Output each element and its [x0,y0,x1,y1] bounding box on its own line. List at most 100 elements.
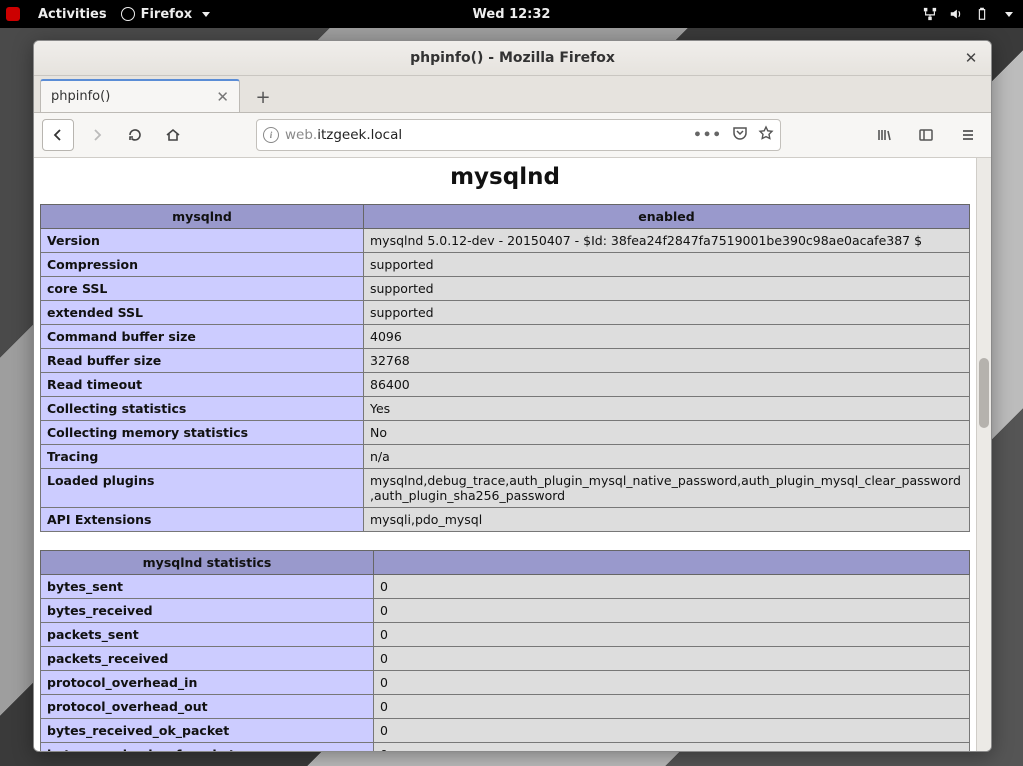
table-value: 32768 [364,349,970,373]
table-value: mysqlnd,debug_trace,auth_plugin_mysql_na… [364,469,970,508]
table-value: 0 [374,743,970,752]
home-button[interactable] [158,120,188,150]
table-value: 0 [374,599,970,623]
table-key: bytes_sent [41,575,374,599]
table-key: Collecting memory statistics [41,421,364,445]
table-row: Collecting statisticsYes [41,397,970,421]
window-title: phpinfo() - Mozilla Firefox [410,50,615,66]
firefox-icon [121,7,135,21]
table-value: Yes [364,397,970,421]
gnome-top-bar: Activities Firefox Wed 12:32 [0,0,1023,28]
scrollbar-thumb[interactable] [979,358,989,428]
table-key: Version [41,229,364,253]
table-row: bytes_received_ok_packet0 [41,719,970,743]
page-actions-icon[interactable]: ••• [693,127,722,143]
volume-icon[interactable] [949,7,963,21]
table-value: 4096 [364,325,970,349]
table-header: enabled [364,205,970,229]
table-row: Read timeout86400 [41,373,970,397]
table-key: bytes_received [41,599,374,623]
pocket-icon[interactable] [732,125,748,145]
table-key: extended SSL [41,301,364,325]
window-titlebar[interactable]: phpinfo() - Mozilla Firefox ✕ [34,41,991,76]
table-row: Collecting memory statisticsNo [41,421,970,445]
table-header: mysqlnd [41,205,364,229]
navigation-toolbar: i web.itzgeek.local ••• [34,113,991,158]
table-key: Read timeout [41,373,364,397]
table-value: n/a [364,445,970,469]
table-value: supported [364,277,970,301]
activities-button[interactable]: Activities [38,7,107,22]
section-heading: mysqlnd [40,164,970,190]
back-button[interactable] [42,119,74,151]
mysqlnd-statistics-table: mysqlnd statistics bytes_sent0bytes_rece… [40,550,970,751]
table-value: 0 [374,695,970,719]
table-key: packets_sent [41,623,374,647]
app-menu[interactable]: Firefox [121,7,211,22]
table-value: 86400 [364,373,970,397]
url-bar[interactable]: i web.itzgeek.local ••• [256,119,781,151]
table-key: Collecting statistics [41,397,364,421]
table-row: Command buffer size4096 [41,325,970,349]
library-icon[interactable] [869,120,899,150]
chevron-down-icon [202,12,210,17]
page-content: mysqlnd mysqlnd enabled Versionmysqlnd 5… [34,158,976,751]
table-key: packets_received [41,647,374,671]
table-row: bytes_sent0 [41,575,970,599]
table-header: mysqlnd statistics [41,551,374,575]
battery-icon[interactable] [975,7,989,21]
window-close-button[interactable]: ✕ [961,48,981,68]
mysqlnd-config-table: mysqlnd enabled Versionmysqlnd 5.0.12-de… [40,204,970,532]
tab-active[interactable]: phpinfo() ✕ [40,79,240,112]
table-value: supported [364,301,970,325]
table-row: API Extensionsmysqli,pdo_mysql [41,508,970,532]
table-row: Loaded pluginsmysqlnd,debug_trace,auth_p… [41,469,970,508]
table-value: mysqlnd 5.0.12-dev - 20150407 - $Id: 38f… [364,229,970,253]
site-info-icon[interactable]: i [263,127,279,143]
table-row: bytes_received0 [41,599,970,623]
table-value: 0 [374,575,970,599]
table-value: 0 [374,647,970,671]
table-row: packets_sent0 [41,623,970,647]
url-subdomain: web. [285,127,317,143]
table-row: Tracingn/a [41,445,970,469]
table-row: bytes_received_eof_packet0 [41,743,970,752]
network-icon[interactable] [923,7,937,21]
table-key: protocol_overhead_out [41,695,374,719]
new-tab-button[interactable]: + [248,82,278,112]
table-row: Versionmysqlnd 5.0.12-dev - 20150407 - $… [41,229,970,253]
table-key: bytes_received_ok_packet [41,719,374,743]
table-row: extended SSLsupported [41,301,970,325]
bookmark-star-icon[interactable] [758,125,774,145]
table-row: packets_received0 [41,647,970,671]
table-row: protocol_overhead_out0 [41,695,970,719]
table-row: Read buffer size32768 [41,349,970,373]
app-menu-label: Firefox [141,7,193,22]
table-value: mysqli,pdo_mysql [364,508,970,532]
tab-close-button[interactable]: ✕ [216,88,229,106]
table-key: Compression [41,253,364,277]
table-row: Compressionsupported [41,253,970,277]
content-scrollbar[interactable] [976,158,991,751]
table-key: bytes_received_eof_packet [41,743,374,752]
table-value: 0 [374,671,970,695]
url-host: itzgeek.local [317,127,402,143]
table-key: protocol_overhead_in [41,671,374,695]
table-value: supported [364,253,970,277]
table-row: core SSLsupported [41,277,970,301]
table-row: protocol_overhead_in0 [41,671,970,695]
sidebar-icon[interactable] [911,120,941,150]
clock[interactable]: Wed 12:32 [473,7,551,22]
system-menu-chevron-icon[interactable] [1005,12,1013,17]
tab-strip: phpinfo() ✕ + [34,76,991,113]
firefox-window: phpinfo() - Mozilla Firefox ✕ phpinfo() … [33,40,992,752]
reload-button[interactable] [120,120,150,150]
table-header-empty [374,551,970,575]
menu-button[interactable] [953,120,983,150]
forward-button [82,120,112,150]
distro-icon [6,7,20,21]
table-key: Command buffer size [41,325,364,349]
table-key: Loaded plugins [41,469,364,508]
table-key: Read buffer size [41,349,364,373]
tab-label: phpinfo() [51,89,110,104]
